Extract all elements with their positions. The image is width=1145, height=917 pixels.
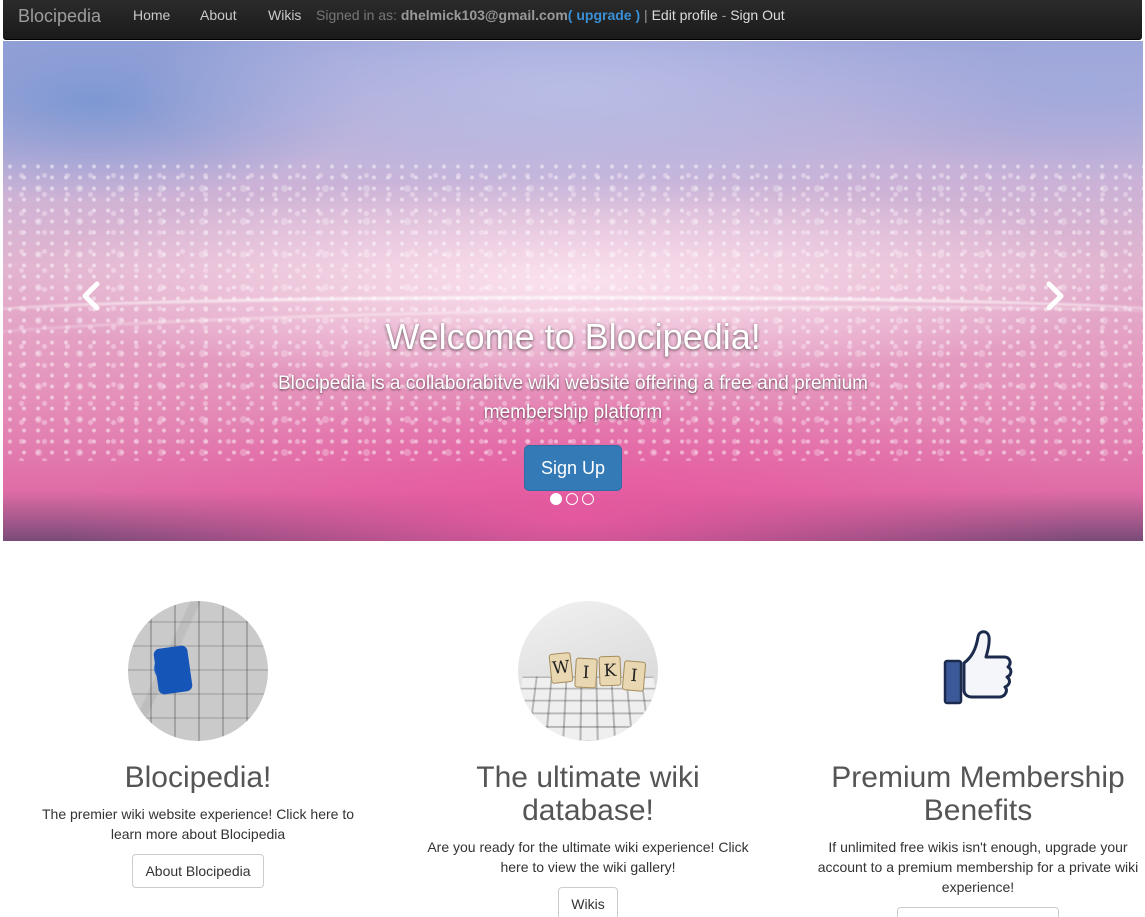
upgrade-paren-close: )	[631, 7, 641, 23]
feature-text: If unlimited free wikis isn't enough, up…	[817, 839, 1139, 895]
hero-description: Blocipedia is a collaborabitve wiki webs…	[277, 373, 868, 423]
sign-out-link[interactable]: Sign Out	[730, 7, 784, 23]
signed-in-label: Signed in as:	[316, 7, 401, 23]
chevron-right-icon[interactable]	[1040, 281, 1070, 311]
feature-title: The ultimate wiki database!	[476, 761, 700, 827]
puzzle-image	[128, 601, 268, 741]
nav-about-link[interactable]: About	[200, 7, 237, 23]
thumbs-up-icon	[943, 630, 1013, 705]
signed-in-status: Signed in as: dhelmick103@gmail.com( upg…	[316, 7, 785, 23]
edit-profile-link[interactable]: Edit profile	[652, 7, 718, 23]
hero-carousel: Welcome to Blocipedia! Blocipedia is a c…	[3, 41, 1143, 541]
separator: |	[640, 7, 652, 23]
carousel-indicators	[550, 493, 600, 507]
feature-title: Premium Membership Benefits	[831, 761, 1125, 827]
carousel-indicator-1[interactable]	[550, 493, 562, 505]
carousel-indicator-3[interactable]	[582, 493, 594, 505]
wiki-block: I	[574, 657, 598, 689]
hero-title: Welcome to Blocipedia!	[385, 316, 761, 357]
brand-link[interactable]: Blocipedia	[18, 6, 101, 27]
feature-title: Blocipedia!	[124, 761, 272, 794]
feature-text: The premier wiki website experience! Cli…	[41, 806, 354, 842]
wikis-button[interactable]: Wikis	[558, 887, 618, 917]
feature-blocipedia: Blocipedia! The premier wiki website exp…	[28, 761, 368, 888]
nav-wikis-link[interactable]: Wikis	[268, 7, 301, 23]
wiki-block: I	[621, 660, 647, 692]
sign-up-button[interactable]: Sign Up	[524, 445, 622, 491]
separator: -	[717, 7, 731, 23]
puzzle-piece-missing	[152, 644, 194, 696]
wiki-block: K	[598, 655, 622, 687]
about-blocipedia-button[interactable]: About Blocipedia	[132, 854, 264, 888]
upgrade-button[interactable]	[897, 907, 1059, 917]
wiki-keyboard-image: W I K I	[518, 601, 658, 741]
feature-text: Are you ready for the ultimate wiki expe…	[427, 839, 749, 875]
user-email: dhelmick103@gmail.com	[400, 7, 568, 23]
top-navbar: Blocipedia Home About Wikis Signed in as…	[3, 0, 1142, 40]
carousel-indicator-2[interactable]	[566, 493, 578, 505]
nav-home-link[interactable]: Home	[133, 7, 170, 23]
chevron-left-icon[interactable]	[76, 281, 106, 311]
wiki-block: W	[548, 651, 574, 685]
upgrade-link[interactable]: upgrade	[576, 7, 631, 23]
feature-wiki-database: The ultimate wiki database! Are you read…	[418, 761, 758, 917]
feature-premium-membership: Premium Membership Benefits If unlimited…	[808, 761, 1145, 917]
